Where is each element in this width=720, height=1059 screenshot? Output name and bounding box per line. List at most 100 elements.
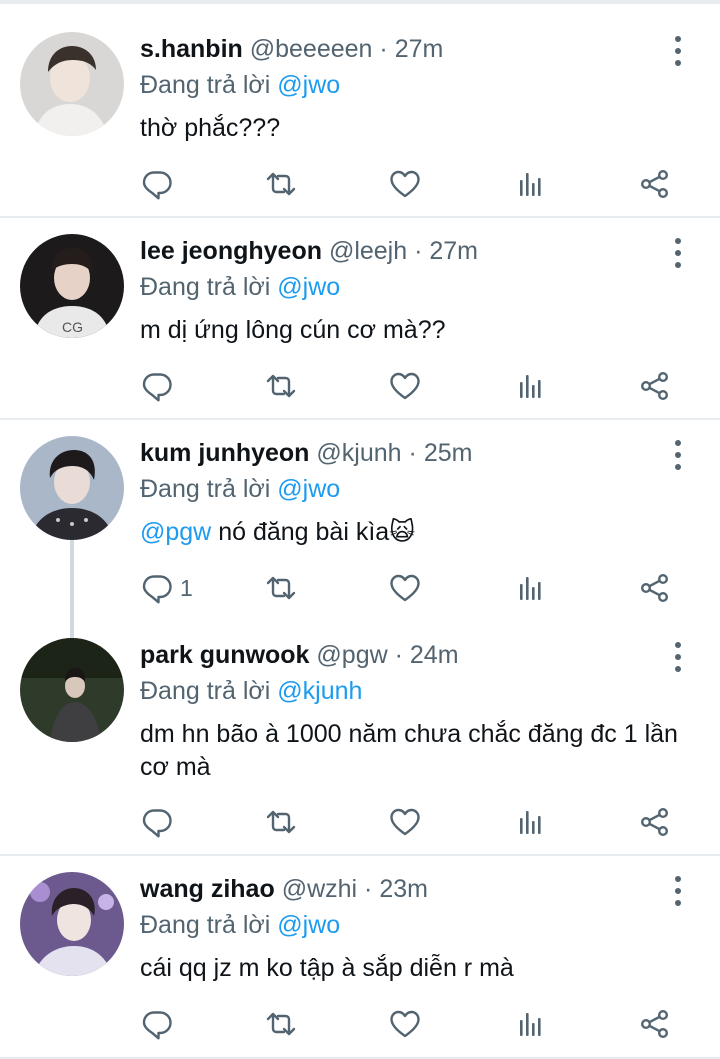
like-button[interactable] bbox=[388, 1006, 422, 1042]
handle[interactable]: @wzhi bbox=[282, 875, 357, 903]
heart-icon bbox=[390, 372, 420, 400]
analytics-icon bbox=[520, 375, 541, 398]
tweet[interactable]: wang zihao @wzhi · 23m Đang trả lời @jwo… bbox=[0, 856, 720, 1059]
reply-button[interactable] bbox=[140, 1006, 174, 1042]
like-button[interactable] bbox=[388, 166, 422, 202]
share-button[interactable] bbox=[638, 166, 672, 202]
share-icon bbox=[641, 169, 668, 199]
tweet-text-content: nó đăng bài kìa🙀 bbox=[211, 518, 416, 546]
action-bar bbox=[140, 1006, 680, 1042]
tweet-header: s.hanbin @beeeeen · 27m bbox=[140, 32, 660, 66]
share-icon bbox=[641, 574, 668, 602]
handle[interactable]: @leejh bbox=[329, 237, 407, 265]
like-button[interactable] bbox=[388, 570, 422, 606]
retweet-icon bbox=[266, 1012, 296, 1036]
tweet-text: cái qq jz m ko tập à sắp diễn r mà bbox=[140, 952, 685, 985]
reply-button[interactable] bbox=[140, 166, 174, 202]
reply-to-mention[interactable]: @jwo bbox=[277, 71, 340, 99]
retweet-button[interactable] bbox=[264, 166, 298, 202]
action-bar: 1 bbox=[140, 570, 680, 606]
reply-to-mention[interactable]: @jwo bbox=[277, 475, 340, 503]
avatar[interactable] bbox=[20, 872, 124, 976]
action-bar bbox=[140, 166, 680, 202]
replying-to: Đang trả lời @jwo bbox=[140, 908, 340, 942]
timestamp[interactable]: 27m bbox=[395, 35, 444, 63]
heart-icon bbox=[390, 1010, 420, 1038]
handle[interactable]: @kjunh bbox=[316, 439, 401, 467]
handle[interactable]: @beeeeen bbox=[250, 35, 373, 63]
display-name[interactable]: park gunwook bbox=[140, 641, 309, 669]
avatar[interactable]: CG bbox=[20, 234, 124, 338]
tweet[interactable]: CG lee jeonghyeon @leejh · 27m Đang trả … bbox=[0, 218, 720, 418]
retweet-button[interactable] bbox=[264, 570, 298, 606]
analytics-icon bbox=[520, 1013, 541, 1036]
svg-text:CG: CG bbox=[62, 319, 83, 335]
share-button[interactable] bbox=[638, 1006, 672, 1042]
retweet-button[interactable] bbox=[264, 1006, 298, 1042]
tweet-header: wang zihao @wzhi · 23m bbox=[140, 872, 660, 906]
timestamp[interactable]: 24m bbox=[410, 641, 459, 669]
share-button[interactable] bbox=[638, 570, 672, 606]
reply-button[interactable] bbox=[140, 804, 174, 840]
avatar[interactable] bbox=[20, 638, 124, 742]
tweet-text-content: cái qq jz m ko tập à sắp diễn r mà bbox=[140, 954, 514, 982]
share-button[interactable] bbox=[638, 804, 672, 840]
reply-to-mention[interactable]: @kjunh bbox=[277, 677, 362, 705]
heart-icon bbox=[390, 170, 420, 198]
tweet-text-content: thờ phắc??? bbox=[140, 114, 281, 142]
like-button[interactable] bbox=[388, 804, 422, 840]
handle[interactable]: @pgw bbox=[316, 641, 387, 669]
retweet-button[interactable] bbox=[264, 804, 298, 840]
reply-icon bbox=[142, 575, 172, 604]
retweet-icon bbox=[266, 810, 296, 834]
views-button[interactable] bbox=[514, 166, 548, 202]
timestamp[interactable]: 27m bbox=[429, 237, 478, 265]
views-button[interactable] bbox=[514, 570, 548, 606]
avatar[interactable] bbox=[20, 436, 124, 540]
retweet-button[interactable] bbox=[264, 368, 298, 404]
tweet[interactable]: s.hanbin @beeeeen · 27m Đang trả lời @jw… bbox=[0, 0, 720, 216]
views-button[interactable] bbox=[514, 368, 548, 404]
replying-to: Đang trả lời @jwo bbox=[140, 68, 340, 102]
tweet-header: park gunwook @pgw · 24m bbox=[140, 638, 660, 672]
reply-to-mention[interactable]: @jwo bbox=[277, 911, 340, 939]
display-name[interactable]: wang zihao bbox=[140, 875, 275, 903]
heart-icon bbox=[390, 574, 420, 602]
replying-to-label: Đang trả lời bbox=[140, 71, 271, 99]
views-button[interactable] bbox=[514, 1006, 548, 1042]
more-vertical-icon[interactable] bbox=[666, 873, 690, 909]
action-bar bbox=[140, 804, 680, 840]
reply-button[interactable]: 1 bbox=[140, 570, 193, 606]
avatar[interactable] bbox=[20, 32, 124, 136]
timestamp[interactable]: 25m bbox=[424, 439, 473, 467]
tweet-text: @pgw nó đăng bài kìa🙀 bbox=[140, 516, 685, 549]
text-mention[interactable]: @pgw bbox=[140, 518, 211, 546]
retweet-icon bbox=[266, 172, 296, 196]
like-button[interactable] bbox=[388, 368, 422, 404]
separator-dot: · bbox=[394, 641, 403, 669]
heart-icon bbox=[390, 808, 420, 836]
tweet[interactable]: park gunwook @pgw · 24m Đang trả lời @kj… bbox=[0, 622, 720, 854]
share-button[interactable] bbox=[638, 368, 672, 404]
display-name[interactable]: lee jeonghyeon bbox=[140, 237, 322, 265]
more-vertical-icon[interactable] bbox=[666, 639, 690, 675]
reply-to-mention[interactable]: @jwo bbox=[277, 273, 340, 301]
tweet-text-content: dm hn bão à 1000 năm chưa chắc đăng đc 1… bbox=[140, 720, 678, 781]
reply-button[interactable] bbox=[140, 368, 174, 404]
display-name[interactable]: s.hanbin bbox=[140, 35, 243, 63]
separator-dot: · bbox=[379, 35, 388, 63]
replying-to: Đang trả lời @kjunh bbox=[140, 674, 362, 708]
reply-icon bbox=[142, 809, 172, 838]
tweet[interactable]: kum junhyeon @kjunh · 25m Đang trả lời @… bbox=[0, 420, 720, 622]
more-vertical-icon[interactable] bbox=[666, 33, 690, 69]
reply-icon bbox=[142, 171, 172, 200]
more-vertical-icon[interactable] bbox=[666, 235, 690, 271]
timestamp[interactable]: 23m bbox=[379, 875, 428, 903]
more-vertical-icon[interactable] bbox=[666, 437, 690, 473]
separator-dot: · bbox=[408, 439, 417, 467]
display-name[interactable]: kum junhyeon bbox=[140, 439, 309, 467]
views-button[interactable] bbox=[514, 804, 548, 840]
action-bar bbox=[140, 368, 680, 404]
analytics-icon bbox=[520, 577, 541, 600]
replying-to-label: Đang trả lời bbox=[140, 911, 271, 939]
